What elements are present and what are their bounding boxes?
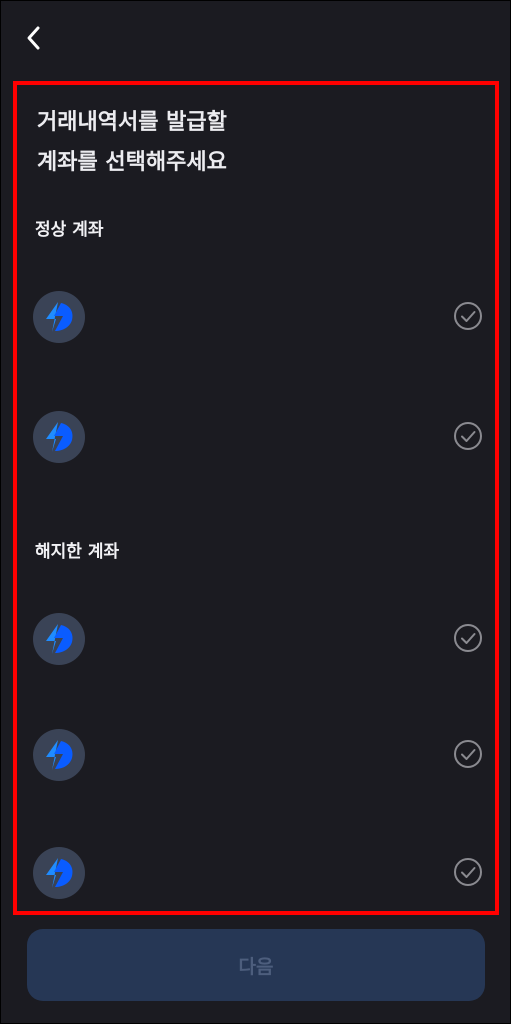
page-title-line2: 계좌를 선택해주세요 <box>37 150 227 175</box>
section-label-closed: 해지한 계좌 <box>35 542 120 562</box>
bank-logo-icon <box>33 291 85 343</box>
account-row[interactable] <box>17 401 495 471</box>
account-row[interactable] <box>17 837 495 907</box>
account-row[interactable] <box>17 719 495 789</box>
check-circle-icon[interactable] <box>453 739 483 769</box>
check-circle-icon[interactable] <box>453 301 483 331</box>
back-button[interactable] <box>19 23 49 53</box>
bank-logo-icon <box>33 613 85 665</box>
check-circle-icon[interactable] <box>453 421 483 451</box>
bank-logo-icon <box>33 729 85 781</box>
check-circle-icon[interactable] <box>453 623 483 653</box>
account-select-screen: 거래내역서를 발급할 계좌를 선택해주세요 정상 계좌 해지한 계좌 다음 <box>0 0 511 1024</box>
section-label-active: 정상 계좌 <box>35 220 104 240</box>
bank-logo-icon <box>33 411 85 463</box>
check-circle-icon[interactable] <box>453 857 483 887</box>
bank-logo-icon <box>33 847 85 899</box>
page-title-line1: 거래내역서를 발급할 <box>37 110 227 135</box>
page-title: 거래내역서를 발급할 계좌를 선택해주세요 <box>37 103 227 183</box>
next-button[interactable]: 다음 <box>27 929 485 1001</box>
chevron-left-icon <box>27 26 40 50</box>
account-list-panel: 거래내역서를 발급할 계좌를 선택해주세요 정상 계좌 해지한 계좌 <box>13 81 499 915</box>
account-row[interactable] <box>17 281 495 351</box>
account-row[interactable] <box>17 603 495 673</box>
